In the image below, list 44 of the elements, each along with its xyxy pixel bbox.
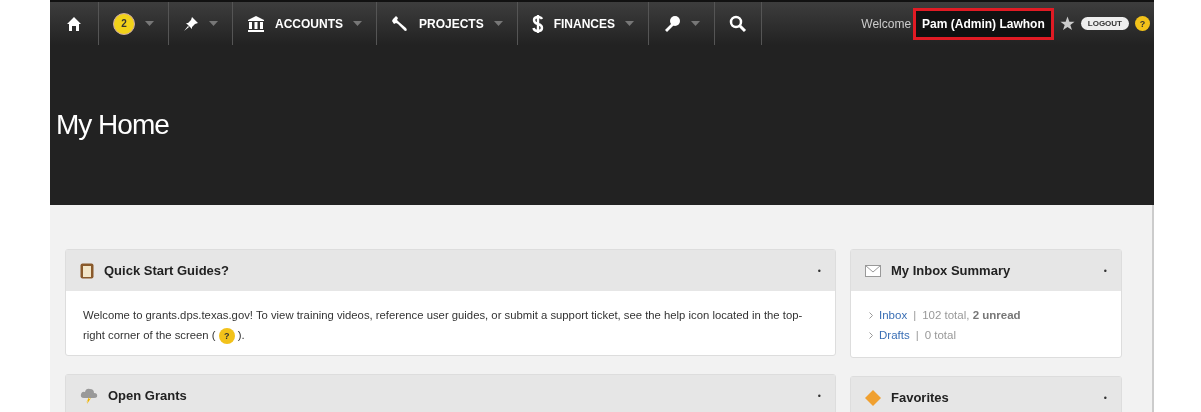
chevron-icon bbox=[869, 331, 873, 339]
inbox-link[interactable]: Inbox bbox=[879, 305, 908, 325]
welcome-text: Welcome bbox=[861, 16, 912, 31]
panel-title: Quick Start Guides? bbox=[104, 263, 229, 278]
nav-menu-label: PROJECTS bbox=[419, 16, 484, 31]
page-title: My Home bbox=[56, 109, 169, 141]
chevron-icon bbox=[869, 311, 873, 319]
help-icon[interactable]: ? bbox=[1135, 16, 1150, 31]
message-count: 0 total bbox=[924, 328, 956, 343]
clipboard-icon bbox=[80, 262, 94, 279]
notification-badge: 2 bbox=[113, 12, 135, 35]
panel-title: Open Grants bbox=[108, 388, 187, 403]
separator: | bbox=[915, 328, 919, 343]
inbox-link[interactable]: Drafts bbox=[879, 325, 910, 345]
caret-icon bbox=[209, 21, 218, 26]
diamond-icon bbox=[865, 389, 881, 406]
dollar-icon bbox=[531, 13, 544, 34]
nav-menu-label: FINANCES bbox=[553, 16, 616, 31]
help-icon: ? bbox=[218, 328, 235, 344]
panel-toggle[interactable]: • bbox=[817, 265, 821, 276]
envelope-icon bbox=[865, 264, 881, 277]
panel-title: My Inbox Summary bbox=[891, 263, 1011, 278]
message-count: 102 total, 2 unread bbox=[922, 308, 1021, 323]
cloud-icon bbox=[80, 387, 98, 404]
caret-icon bbox=[353, 21, 362, 26]
pin-icon bbox=[183, 15, 199, 32]
bank-icon bbox=[247, 14, 265, 33]
separator: | bbox=[913, 308, 917, 323]
welcome-message: Welcome to grants.dps.texas.gov! To view training videos, reference user guides, or submit a support ticket, see the help icon located in the top-right corner of the screen ( ? ). bbox=[83, 305, 818, 345]
search-icon bbox=[729, 14, 748, 33]
panel-toggle[interactable]: • bbox=[1103, 392, 1107, 403]
caret-icon bbox=[145, 21, 154, 26]
caret-icon bbox=[691, 21, 701, 26]
star-icon[interactable] bbox=[1059, 16, 1075, 31]
caret-icon bbox=[625, 21, 635, 26]
panel-title: Favorites bbox=[891, 390, 949, 405]
logout-button[interactable]: LOGOUT bbox=[1080, 17, 1129, 30]
caret-icon bbox=[493, 21, 503, 26]
panel-toggle[interactable]: • bbox=[1103, 265, 1107, 276]
nav-menu-label: ACCOUNTS bbox=[275, 16, 343, 31]
key-icon bbox=[663, 14, 682, 33]
panel-toggle[interactable]: • bbox=[817, 390, 821, 401]
user-name[interactable]: Pam (Admin) Lawhon bbox=[913, 7, 1054, 40]
home-icon bbox=[66, 15, 82, 32]
